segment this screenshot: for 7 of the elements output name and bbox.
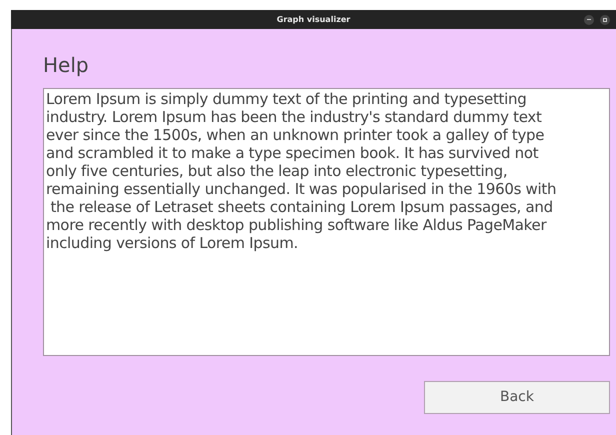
minimize-button[interactable] [584, 14, 594, 24]
help-heading: Help [43, 52, 90, 78]
window-title: Graph visualizer [276, 14, 350, 26]
help-text: Lorem Ipsum is simply dummy text of the printing and typesetting industry. Lorem Ipsum has been the industry's standard dummy text ever since the 1500s, when an unknown printer took a galley of type and scrambled it to make a type specimen book. It has survived not only five centuries, but also the leap into electronic typesetting, remaining essentially unchanged. It was popularised in the 1960s with the release of Letraset sheets containing Lorem Ipsum passages, and more recently with desktop publishing software like Aldus PageMaker including versions of Lorem Ipsum. [46, 90, 558, 252]
back-button[interactable]: Back [424, 381, 610, 414]
maximize-button[interactable] [600, 14, 610, 24]
help-text-box[interactable] [43, 88, 610, 356]
